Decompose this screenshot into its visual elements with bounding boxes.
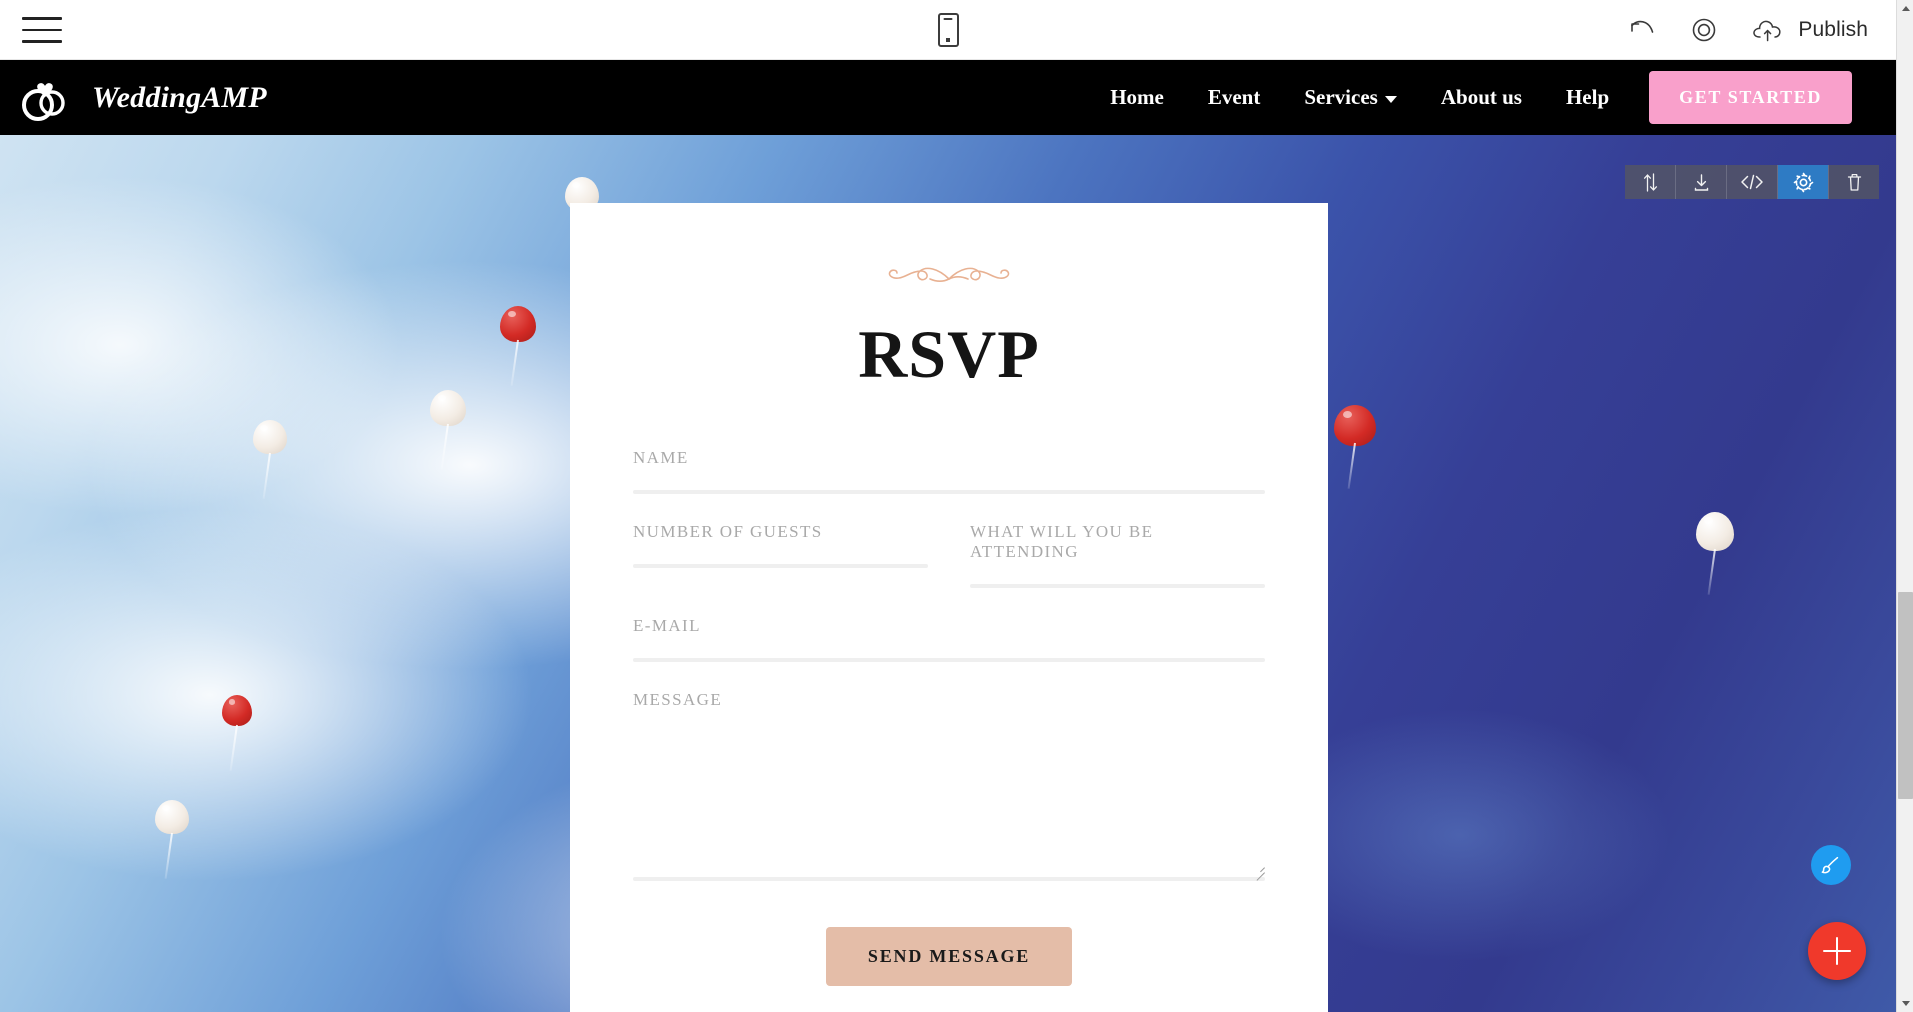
editor-window: Publish WeddingAMP Home Event Services A… — [0, 0, 1913, 1012]
field-row: NUMBER OF GUESTS WHAT WILL YOU BE ATTEND… — [633, 522, 1265, 616]
gear-icon — [1793, 172, 1813, 192]
code-brackets-icon — [1741, 174, 1763, 190]
balloon — [500, 306, 536, 386]
scrollbar-thumb[interactable] — [1898, 592, 1913, 799]
nav-item-label: Services — [1304, 85, 1378, 109]
nav-item-home[interactable]: Home — [1088, 75, 1186, 120]
send-message-button[interactable]: SEND MESSAGE — [825, 927, 1073, 986]
textarea-resize-handle[interactable] — [1253, 863, 1265, 875]
nav-item-services[interactable]: Services — [1282, 75, 1418, 120]
download-block-button[interactable] — [1676, 165, 1726, 199]
field-email[interactable]: E-MAIL — [633, 616, 1265, 662]
nav-item-label: Event — [1207, 85, 1261, 109]
block-settings-button[interactable] — [1778, 165, 1828, 199]
nav-item-about-us[interactable]: About us — [1419, 75, 1544, 120]
hamburger-icon[interactable] — [22, 13, 62, 47]
hamburger-line — [22, 40, 62, 43]
balloon — [222, 695, 252, 771]
add-block-button[interactable] — [1808, 922, 1866, 980]
nav-item-label: Help — [1565, 85, 1610, 109]
field-attending[interactable]: WHAT WILL YOU BE ATTENDING — [970, 522, 1265, 588]
nav-item-event[interactable]: Event — [1186, 75, 1283, 120]
attending-input[interactable] — [970, 584, 1265, 588]
brand-logo[interactable]: WeddingAMP — [18, 70, 267, 126]
editor-actions: Publish — [1627, 0, 1868, 60]
wedding-rings-heart-icon — [22, 82, 65, 121]
field-label: WHAT WILL YOU BE ATTENDING — [970, 522, 1154, 561]
balloon — [155, 800, 189, 879]
eye-icon — [1693, 18, 1716, 42]
balloon — [1696, 512, 1734, 595]
flourish-divider-icon — [888, 267, 1010, 283]
block-toolbar — [1625, 165, 1879, 199]
email-input[interactable] — [633, 658, 1265, 662]
rsvp-form-card: RSVP NAME NUMBER OF GUESTS WHAT WILL YOU… — [570, 203, 1328, 1012]
page-canvas: WeddingAMP Home Event Services About us … — [0, 60, 1896, 1012]
publish-button[interactable]: Publish — [1751, 16, 1868, 44]
page-title: RSVP — [858, 316, 1040, 392]
scroll-down-arrow[interactable] — [1897, 995, 1913, 1012]
guests-input[interactable] — [633, 564, 928, 568]
download-arrow-icon — [1694, 173, 1708, 191]
hamburger-line — [22, 28, 62, 32]
editor-toolbar: Publish — [0, 0, 1896, 60]
brand-name: WeddingAMP — [92, 80, 267, 114]
publish-label: Publish — [1798, 18, 1868, 41]
field-label: MESSAGE — [633, 690, 723, 709]
name-input[interactable] — [633, 490, 1265, 494]
site-style-button[interactable] — [1811, 845, 1851, 885]
undo-button[interactable] — [1627, 17, 1657, 43]
preview-button[interactable] — [1687, 17, 1721, 43]
nav-item-label: Home — [1110, 85, 1164, 109]
message-textarea[interactable] — [633, 732, 1265, 877]
field-label: NAME — [633, 448, 689, 467]
nav-item-help[interactable]: Help — [1544, 75, 1631, 120]
edit-code-button[interactable] — [1727, 165, 1777, 199]
nav-item-label: About us — [1440, 85, 1522, 109]
field-guests[interactable]: NUMBER OF GUESTS — [633, 522, 928, 588]
site-navbar: WeddingAMP Home Event Services About us … — [0, 60, 1896, 135]
rsvp-form: NAME NUMBER OF GUESTS WHAT WILL YOU BE A… — [633, 448, 1265, 986]
balloon — [253, 420, 287, 499]
field-label: NUMBER OF GUESTS — [633, 522, 823, 541]
hamburger-line — [22, 17, 62, 20]
undo-arrow-icon — [1631, 20, 1654, 33]
chevron-down-icon — [1384, 96, 1397, 103]
move-block-button[interactable] — [1625, 165, 1675, 199]
cloud-upload-icon — [1753, 20, 1781, 42]
field-message[interactable]: MESSAGE — [633, 690, 1265, 881]
field-label: E-MAIL — [633, 616, 701, 635]
paintbrush-icon — [1821, 856, 1839, 874]
balloon — [1334, 405, 1376, 490]
scroll-up-arrow[interactable] — [1897, 0, 1913, 17]
balloon — [430, 390, 466, 470]
field-name[interactable]: NAME — [633, 448, 1265, 494]
trash-icon — [1847, 173, 1861, 191]
move-up-down-icon — [1643, 172, 1657, 192]
delete-block-button[interactable] — [1829, 165, 1879, 199]
mobile-device-icon[interactable] — [926, 10, 970, 50]
vertical-scrollbar[interactable] — [1896, 0, 1913, 1012]
get-started-button[interactable]: GET STARTED — [1649, 71, 1852, 124]
site-nav-links: Home Event Services About us Help GET ST… — [1088, 71, 1896, 124]
